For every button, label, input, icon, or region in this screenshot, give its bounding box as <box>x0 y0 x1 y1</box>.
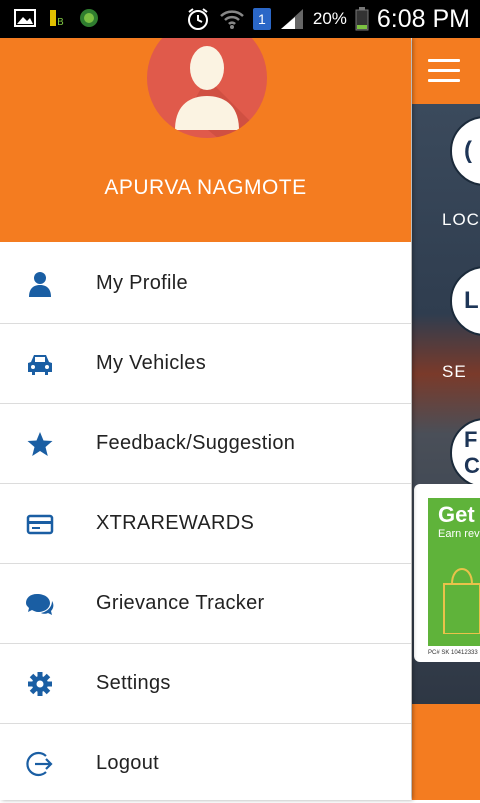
svg-text:B: B <box>57 17 64 28</box>
promo-card[interactable]: Get Earn rev PC# SK 10412333 <box>414 484 480 662</box>
star-icon <box>27 432 53 456</box>
clock: 6:08 PM <box>376 4 470 33</box>
drawer-menu: My Profile My Vehicles Feedback/Suggesti… <box>0 244 411 803</box>
avatar[interactable] <box>147 38 267 138</box>
menu-item-settings[interactable]: Settings <box>0 644 411 724</box>
menu-item-feedback[interactable]: Feedback/Suggestion <box>0 404 411 484</box>
chat-bubble-icon <box>26 594 54 615</box>
menu-item-label: Grievance Tracker <box>96 592 265 614</box>
sim-slot-badge: 1 <box>252 8 271 30</box>
locate-caption: LOCA <box>442 210 480 229</box>
promo-fineprint: PC# SK 10412333 <box>428 650 478 656</box>
background-app: ( LOCA Lu SE F C Get Earn rev PC# SK 104… <box>412 38 480 800</box>
menu-item-grievance-tracker[interactable]: Grievance Tracker <box>0 564 411 644</box>
menu-item-label: My Vehicles <box>96 352 207 374</box>
status-bar: B 1 20% 6:08 PM <box>0 0 480 38</box>
navigation-drawer: APURVA NAGMOTE My Profile My Vehicles Fe… <box>0 38 411 800</box>
user-silhouette-icon <box>175 46 267 138</box>
drawer-header: APURVA NAGMOTE <box>0 38 411 242</box>
car-icon <box>28 355 52 375</box>
signal-icon <box>280 9 303 29</box>
gear-icon <box>28 672 52 696</box>
card-icon <box>26 514 54 535</box>
gallery-icon <box>14 9 36 27</box>
promo-title: Get <box>438 502 475 527</box>
promo-banner: Get Earn rev <box>428 498 480 646</box>
alarm-icon <box>187 8 208 30</box>
menu-item-label: Feedback/Suggestion <box>96 432 296 454</box>
battery-percent: 20% <box>312 9 347 28</box>
gift-bag-icon <box>443 568 480 634</box>
menu-item-label: My Profile <box>96 272 188 294</box>
menu-item-label: Logout <box>96 752 159 774</box>
menu-item-label: XTRAREWARDS <box>96 512 255 534</box>
app-notification-icon: B <box>50 10 64 28</box>
logout-icon <box>26 751 53 777</box>
person-icon <box>29 272 51 297</box>
menu-item-logout[interactable]: Logout <box>0 724 411 803</box>
app-toolbar <box>412 38 480 104</box>
wifi-icon <box>220 10 244 29</box>
hamburger-menu-icon[interactable] <box>428 59 460 83</box>
menu-item-label: Settings <box>96 672 171 694</box>
service-caption: SE <box>442 362 467 381</box>
menu-item-xtrarewards[interactable]: XTRAREWARDS <box>0 484 411 564</box>
menu-item-my-vehicles[interactable]: My Vehicles <box>0 324 411 404</box>
menu-item-my-profile[interactable]: My Profile <box>0 244 411 324</box>
battery-icon <box>355 7 369 31</box>
game-notification-icon <box>80 9 98 27</box>
user-name: APURVA NAGMOTE <box>104 176 307 199</box>
promo-subtitle: Earn rev <box>438 528 480 540</box>
